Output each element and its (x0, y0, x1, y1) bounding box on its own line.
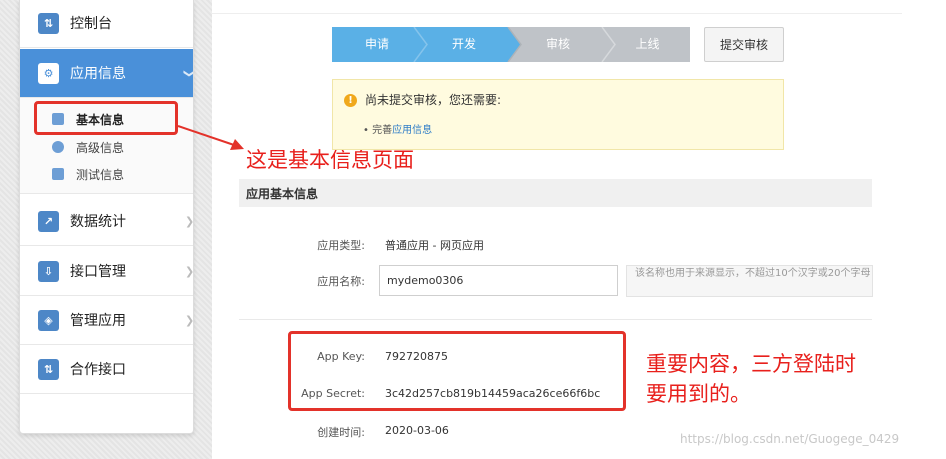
app-info-link[interactable]: 应用信息 (392, 125, 432, 136)
top-divider (212, 13, 902, 14)
screenshot-root: ⇅ 控制台 ⚙ 应用信息 ❯ 基本信息 高级信息 测试信息 ↗ 数据统计 (0, 0, 946, 459)
progress-stepper: 申请 开发 审核 上线 (332, 27, 690, 62)
notice-bullet-prefix: • 完善 (363, 125, 393, 136)
step-develop: 开发 (451, 37, 476, 51)
step-apply: 申请 (364, 37, 389, 51)
annotation-box-credentials (288, 331, 626, 411)
annotation-note-credentials-1: 重要内容，三方登陆时 (646, 352, 856, 376)
section-header: 应用基本信息 (239, 179, 872, 207)
section-title: 应用基本信息 (246, 187, 319, 201)
app-name-hint: 该名称也用于来源显示，不超过10个汉字或20个字母 (626, 265, 873, 297)
watermark: https://blog.csdn.net/Guogege_0429 (680, 432, 900, 446)
created-time-label: 创建时间: (317, 426, 365, 439)
notice-bullet: • 完善应用信息 (363, 121, 432, 136)
app-type-value: 普通应用 - 网页应用 (385, 239, 484, 252)
annotation-note-basic-info: 这是基本信息页面 (246, 148, 414, 172)
annotation-note-credentials-2: 要用到的。 (646, 382, 751, 406)
created-time-value: 2020-03-06 (385, 424, 449, 437)
app-name-label: 应用名称: (317, 275, 365, 288)
step-review: 审核 (545, 37, 570, 51)
app-type-label: 应用类型: (317, 239, 365, 252)
step-online: 上线 (635, 37, 660, 51)
app-name-input[interactable] (379, 265, 618, 296)
warning-icon: ! (344, 94, 357, 107)
notice-box: ! 尚未提交审核，您还需要: • 完善应用信息 (332, 79, 784, 150)
section-divider (239, 319, 872, 320)
submit-review-button[interactable]: 提交审核 (704, 27, 784, 62)
notice-text: 尚未提交审核，您还需要: (365, 93, 502, 107)
